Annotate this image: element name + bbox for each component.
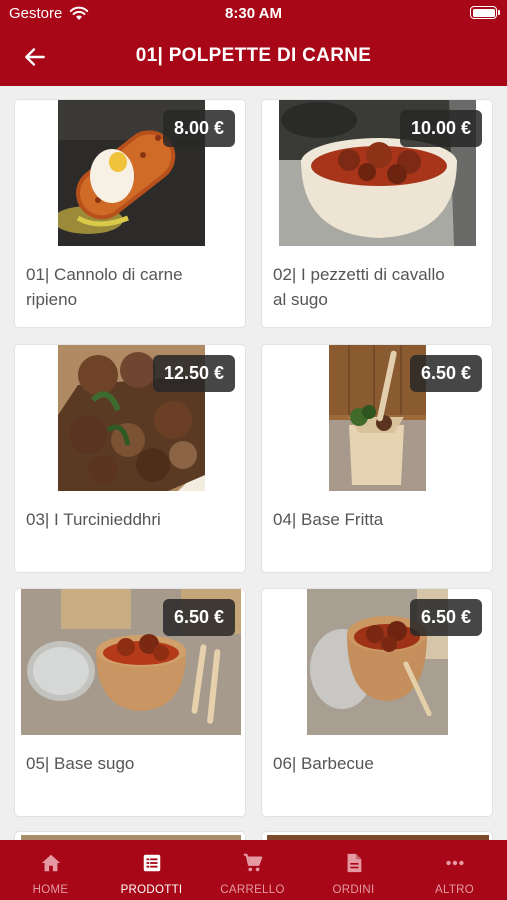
tab-label: ALTRO [435,884,474,896]
product-image: 12.50 € [15,345,247,491]
status-bar: Gestore 8:30 AM [0,0,507,30]
more-icon [446,860,464,866]
product-image: 6.50 € [15,589,247,735]
page-title: 01| POLPETTE DI CARNE [135,45,372,66]
product-card[interactable]: 6.50 € 06| Barbecue [261,588,493,817]
tab-home[interactable]: HOME [0,840,101,900]
top-bar: Gestore 8:30 AM 01| POLPETTE DI CARNE [0,0,507,86]
product-grid: 8.00 € 01| Cannolo di carne ripieno 10.0… [0,86,507,840]
product-name: 02| I pezzetti di cavallo al sugo [273,265,445,309]
tab-label: PRODOTTI [120,884,183,896]
list-icon [143,854,161,872]
price-badge: 10.00 € [399,110,482,147]
tab-carrello[interactable]: CARRELLO [202,840,303,900]
product-card[interactable]: 6.50 € 05| Base sugo [14,588,246,817]
price-badge: 8.00 € [162,110,235,147]
product-card[interactable]: 10.00 € 02| I pezzetti di cavallo al sug… [261,99,493,328]
price-badge: 6.50 € [409,355,482,392]
tab-ordini[interactable]: ORDINI [303,840,404,900]
product-name: 06| Barbecue [273,754,374,773]
tab-label: HOME [32,884,69,896]
tab-label: ORDINI [332,884,375,896]
product-card[interactable]: 6.50 € 04| Base Fritta [261,344,493,573]
battery-icon [470,6,500,19]
document-icon [347,853,362,873]
bottom-tab-bar: HOME PRODOTTI CARRELLO ORDINI ALTRO [0,840,507,900]
product-image: 10.00 € [262,100,494,246]
product-name: 04| Base Fritta [273,510,384,529]
product-name: 03| I Turcinieddhri [26,510,161,529]
product-image: 8.00 € [15,100,247,246]
tab-label: CARRELLO [220,884,285,896]
product-image: 6.50 € [262,589,494,735]
product-card[interactable]: 8.00 € 01| Cannolo di carne ripieno [14,99,246,328]
nav-bar: 01| POLPETTE DI CARNE [0,38,507,74]
price-badge: 12.50 € [152,355,235,392]
price-badge: 6.50 € [409,599,482,636]
product-image: 6.50 € [262,345,494,491]
product-name: 05| Base sugo [26,754,135,773]
product-name: 01| Cannolo di carne ripieno [26,265,183,309]
product-card-partial[interactable] [14,831,246,840]
tab-prodotti[interactable]: PRODOTTI [101,840,202,900]
home-icon [41,854,61,872]
product-card[interactable]: 12.50 € 03| I Turcinieddhri [14,344,246,573]
clock: 8:30 AM [225,5,282,22]
product-card-partial[interactable] [261,831,493,840]
tab-altro[interactable]: ALTRO [404,840,505,900]
cart-icon [243,853,263,872]
price-badge: 6.50 € [162,599,235,636]
